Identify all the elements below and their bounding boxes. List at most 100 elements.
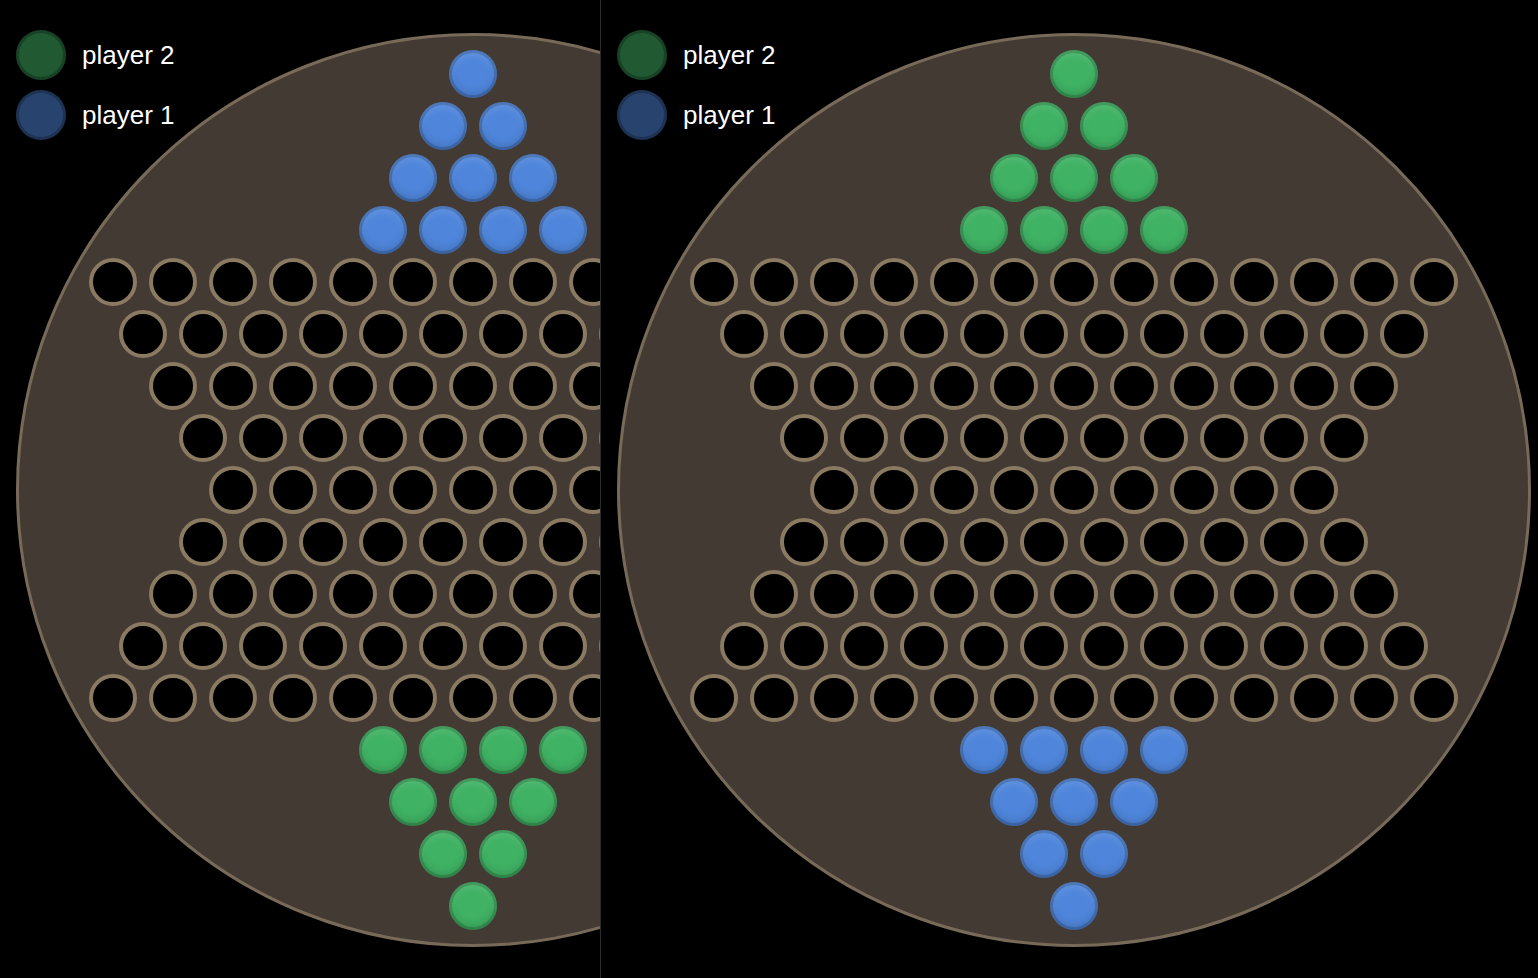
board-hole[interactable] <box>119 310 167 358</box>
marble[interactable] <box>1080 206 1128 254</box>
marble[interactable] <box>389 154 437 202</box>
board-hole[interactable] <box>1050 674 1098 722</box>
board-hole[interactable] <box>720 622 768 670</box>
board-hole[interactable] <box>780 518 828 566</box>
marble[interactable] <box>479 206 527 254</box>
board-hole[interactable] <box>1260 414 1308 462</box>
board-hole[interactable] <box>810 466 858 514</box>
board-hole[interactable] <box>990 466 1038 514</box>
board-hole[interactable] <box>1110 674 1158 722</box>
board-hole[interactable] <box>1140 518 1188 566</box>
board-hole[interactable] <box>1230 570 1278 618</box>
board-hole[interactable] <box>1380 310 1428 358</box>
board-hole[interactable] <box>1050 258 1098 306</box>
board-hole[interactable] <box>1320 518 1368 566</box>
board-hole[interactable] <box>269 258 317 306</box>
board-hole[interactable] <box>1020 518 1068 566</box>
board-hole[interactable] <box>539 622 587 670</box>
board-hole[interactable] <box>1110 570 1158 618</box>
board-hole[interactable] <box>329 570 377 618</box>
board-hole[interactable] <box>119 622 167 670</box>
board-hole[interactable] <box>509 258 557 306</box>
board-hole[interactable] <box>870 258 918 306</box>
board-hole[interactable] <box>359 310 407 358</box>
board-hole[interactable] <box>149 570 197 618</box>
board-hole[interactable] <box>840 518 888 566</box>
board-hole[interactable] <box>299 518 347 566</box>
board-hole[interactable] <box>990 674 1038 722</box>
board-hole[interactable] <box>1080 518 1128 566</box>
board-hole[interactable] <box>750 258 798 306</box>
board-hole[interactable] <box>149 258 197 306</box>
board-hole[interactable] <box>89 258 137 306</box>
board-hole[interactable] <box>1290 466 1338 514</box>
marble[interactable] <box>509 778 557 826</box>
board-hole[interactable] <box>1080 622 1128 670</box>
board-hole[interactable] <box>359 622 407 670</box>
marble[interactable] <box>990 778 1038 826</box>
marble[interactable] <box>1080 102 1128 150</box>
board-hole[interactable] <box>930 466 978 514</box>
board-hole[interactable] <box>1200 414 1248 462</box>
board-hole[interactable] <box>269 570 317 618</box>
board-hole[interactable] <box>990 258 1038 306</box>
board-hole[interactable] <box>569 258 600 306</box>
board-hole[interactable] <box>750 362 798 410</box>
board-hole[interactable] <box>1140 414 1188 462</box>
board-hole[interactable] <box>1020 622 1068 670</box>
board-hole[interactable] <box>1140 310 1188 358</box>
marble[interactable] <box>449 882 497 930</box>
board-hole[interactable] <box>449 258 497 306</box>
marble[interactable] <box>419 726 467 774</box>
board-hole[interactable] <box>329 258 377 306</box>
board-hole[interactable] <box>1350 362 1398 410</box>
marble[interactable] <box>1020 102 1068 150</box>
marble[interactable] <box>509 154 557 202</box>
board-hole[interactable] <box>569 570 600 618</box>
board-hole[interactable] <box>509 466 557 514</box>
board-hole[interactable] <box>1410 674 1458 722</box>
board-hole[interactable] <box>1380 622 1428 670</box>
board-hole[interactable] <box>960 310 1008 358</box>
board-hole[interactable] <box>449 570 497 618</box>
board-hole[interactable] <box>1410 258 1458 306</box>
board-hole[interactable] <box>299 310 347 358</box>
board-hole[interactable] <box>209 362 257 410</box>
board-hole[interactable] <box>1320 310 1368 358</box>
board-hole[interactable] <box>419 518 467 566</box>
board-hole[interactable] <box>750 570 798 618</box>
board-hole[interactable] <box>810 570 858 618</box>
board-hole[interactable] <box>1200 518 1248 566</box>
marble[interactable] <box>359 206 407 254</box>
board-hole[interactable] <box>479 622 527 670</box>
board-hole[interactable] <box>299 622 347 670</box>
board-hole[interactable] <box>329 674 377 722</box>
board-hole[interactable] <box>509 674 557 722</box>
board-hole[interactable] <box>690 258 738 306</box>
board-hole[interactable] <box>179 622 227 670</box>
board-hole[interactable] <box>389 362 437 410</box>
board-hole[interactable] <box>269 674 317 722</box>
board-hole[interactable] <box>449 674 497 722</box>
board-hole[interactable] <box>1200 622 1248 670</box>
board-hole[interactable] <box>179 310 227 358</box>
board-hole[interactable] <box>780 622 828 670</box>
board-hole[interactable] <box>1050 362 1098 410</box>
board-hole[interactable] <box>1170 466 1218 514</box>
board-hole[interactable] <box>810 362 858 410</box>
board-hole[interactable] <box>209 466 257 514</box>
board-hole[interactable] <box>1290 362 1338 410</box>
board-hole[interactable] <box>539 518 587 566</box>
board-hole[interactable] <box>479 310 527 358</box>
board-hole[interactable] <box>960 414 1008 462</box>
board-hole[interactable] <box>329 362 377 410</box>
marble[interactable] <box>479 830 527 878</box>
board-hole[interactable] <box>1080 414 1128 462</box>
marble[interactable] <box>1080 726 1128 774</box>
board-hole[interactable] <box>89 674 137 722</box>
board-hole[interactable] <box>329 466 377 514</box>
board-hole[interactable] <box>1170 362 1218 410</box>
board-hole[interactable] <box>1110 258 1158 306</box>
board-hole[interactable] <box>870 362 918 410</box>
marble[interactable] <box>990 154 1038 202</box>
